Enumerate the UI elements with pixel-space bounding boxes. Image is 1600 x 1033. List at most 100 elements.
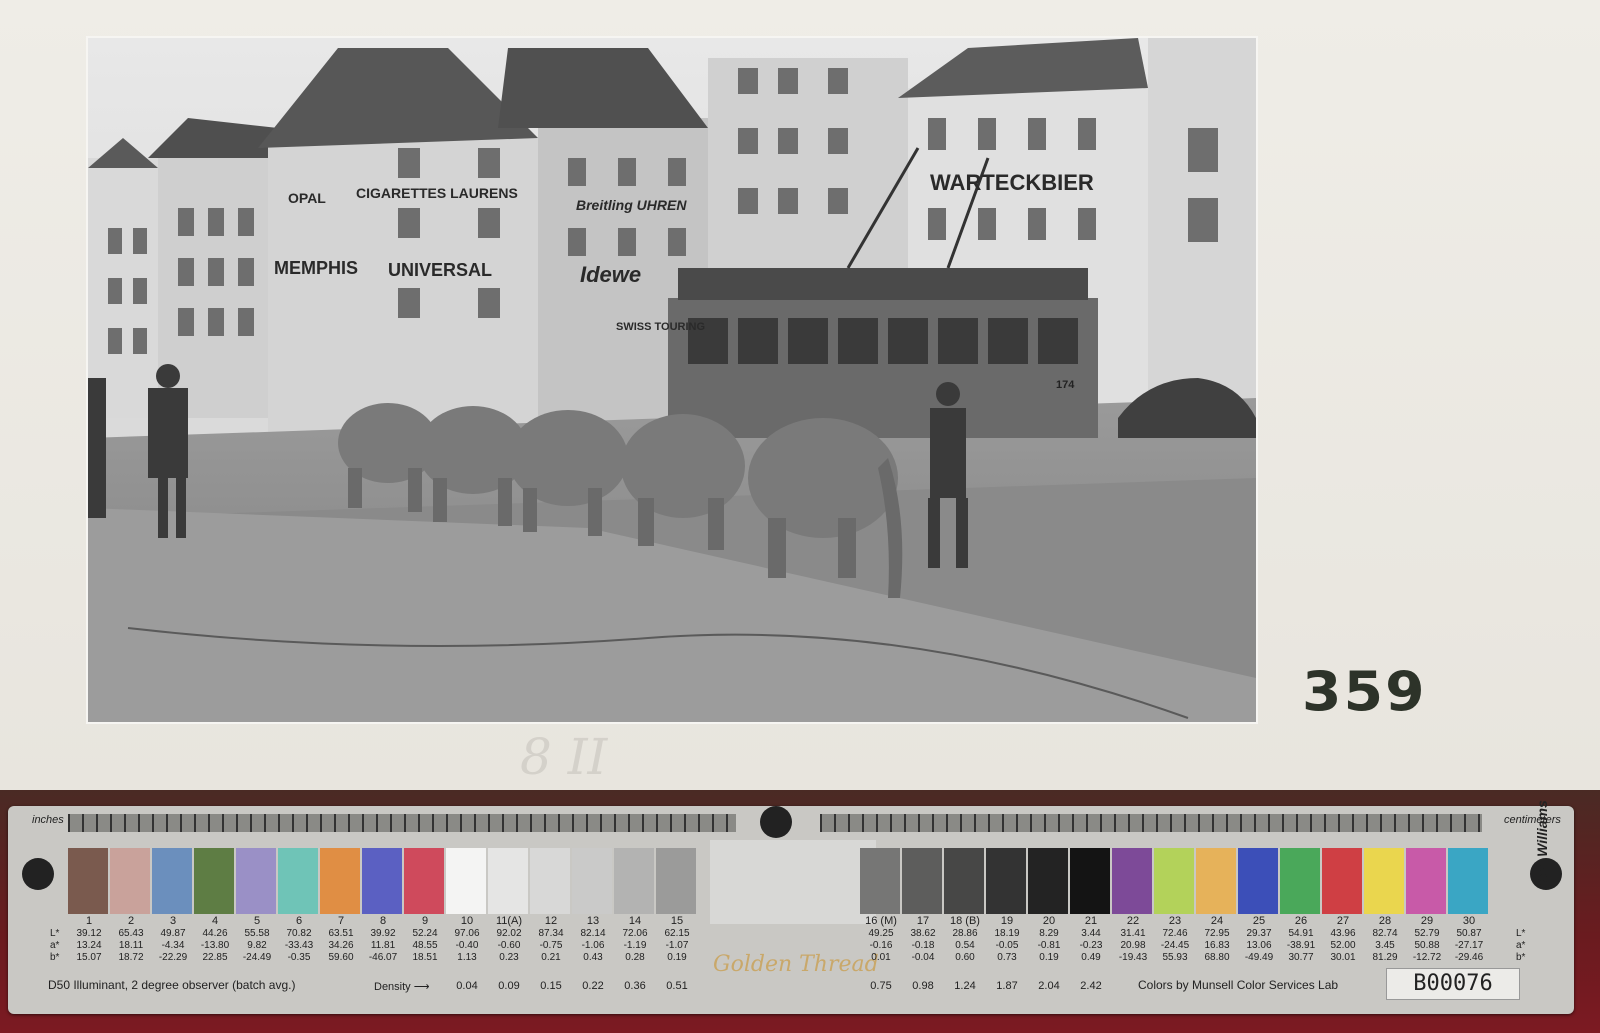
patch-number: 14 <box>628 915 642 927</box>
brand-logo: Golden Thread <box>713 952 879 977</box>
lab-a: -0.05 <box>995 940 1019 951</box>
lab-b: -24.49 <box>242 952 272 963</box>
density-value: 1.24 <box>954 980 976 992</box>
lab-axis-right: L* a* b* <box>1516 928 1526 963</box>
density-value: 0.75 <box>870 980 892 992</box>
patch-number: 19 <box>1000 915 1014 927</box>
lab-b: 0.23 <box>499 952 519 963</box>
lab-L: 52.79 <box>1414 928 1440 939</box>
color-patch <box>902 848 942 914</box>
lab-b: 18.51 <box>412 952 438 963</box>
patch-number: 17 <box>916 915 930 927</box>
lab-a: -1.06 <box>581 940 605 951</box>
patch-number: 27 <box>1336 915 1350 927</box>
color-patch <box>986 848 1026 914</box>
arrow-right-icon: ⟶ <box>413 981 430 993</box>
lab-b: 30.77 <box>1288 952 1314 963</box>
lab-L: 3.44 <box>1081 928 1101 939</box>
lab-b: -29.46 <box>1454 952 1484 963</box>
lab-a: -1.19 <box>623 940 647 951</box>
patch-lab-values: 82.74 3.45 81.29 <box>1364 928 1406 964</box>
lab-a: -4.34 <box>161 940 185 951</box>
lab-b: 0.01 <box>871 952 891 963</box>
street-scene-photo: CIGARETTES LAURENS OPAL MEMPHIS UNIVERSA… <box>88 38 1256 722</box>
mounting-hole-left <box>22 858 54 890</box>
photo-mount: CIGARETTES LAURENS OPAL MEMPHIS UNIVERSA… <box>0 0 1600 790</box>
lab-L: 18.19 <box>994 928 1020 939</box>
patch-number: 3 <box>169 915 177 927</box>
color-patch <box>68 848 108 914</box>
patch-number: 23 <box>1168 915 1182 927</box>
patch-number: 7 <box>337 915 345 927</box>
lab-a: 50.88 <box>1414 940 1440 951</box>
patch-lab-values: 3.44 -0.23 0.49 <box>1070 928 1112 964</box>
inch-ruler <box>68 814 736 832</box>
lab-b: 30.01 <box>1330 952 1356 963</box>
lab-b: 55.93 <box>1162 952 1188 963</box>
lab-b: 0.43 <box>583 952 603 963</box>
lab-a: -24.45 <box>1160 940 1190 951</box>
patch-lab-values: 65.43 18.11 18.72 <box>110 928 152 964</box>
lab-a: 11.81 <box>370 940 396 951</box>
cm-ruler <box>820 814 1482 832</box>
lab-L: 70.82 <box>286 928 312 939</box>
color-patch <box>656 848 696 914</box>
density-value: 0.36 <box>624 980 646 992</box>
lab-L: 39.92 <box>370 928 396 939</box>
sign-breitling: Breitling UHREN <box>576 197 687 213</box>
patch-number: 11(A) <box>495 915 523 927</box>
color-patch <box>278 848 318 914</box>
lab-b: 0.73 <box>997 952 1017 963</box>
density-value: 0.15 <box>540 980 562 992</box>
lab-L: 63.51 <box>328 928 354 939</box>
signature: Don Williams <box>1534 800 1550 888</box>
patch-number: 30 <box>1462 915 1476 927</box>
density-label: Density ⟶ <box>374 980 430 993</box>
lab-a: -33.43 <box>284 940 314 951</box>
color-patch <box>236 848 276 914</box>
lab-b: 0.28 <box>625 952 645 963</box>
lab-a: -0.60 <box>497 940 521 951</box>
patch-number: 4 <box>211 915 219 927</box>
lab-b: 0.19 <box>1039 952 1059 963</box>
patch-number: 10 <box>460 915 474 927</box>
lab-b: 0.21 <box>541 952 561 963</box>
patch-lab-values: 72.06 -1.19 0.28 <box>614 928 656 964</box>
color-patch <box>1196 848 1236 914</box>
density-value: 0.51 <box>666 980 688 992</box>
patch-lab-values: 82.14 -1.06 0.43 <box>572 928 614 964</box>
lab-a: 0.54 <box>955 940 975 951</box>
patch-lab-values: 52.24 48.55 18.51 <box>404 928 446 964</box>
patch-number: 26 <box>1294 915 1308 927</box>
sign-opal: OPAL <box>288 190 326 206</box>
lab-b: 68.80 <box>1204 952 1230 963</box>
lab-L: 82.14 <box>580 928 606 939</box>
color-patch <box>194 848 234 914</box>
color-patch <box>1070 848 1110 914</box>
color-patch <box>1406 848 1446 914</box>
density-value: 0.09 <box>498 980 520 992</box>
patch-lab-values: 39.12 13.24 15.07 <box>68 928 110 964</box>
munsell-credit: Colors by Munsell Color Services Lab <box>1138 978 1339 992</box>
density-value: 2.04 <box>1038 980 1060 992</box>
lab-b: -0.35 <box>287 952 311 963</box>
patch-lab-values: 87.34 -0.75 0.21 <box>530 928 572 964</box>
lab-b: -46.07 <box>368 952 398 963</box>
sign-idewe: Idewe <box>580 262 641 287</box>
color-patch <box>860 848 900 914</box>
tram-number: 174 <box>1056 379 1075 391</box>
color-patch <box>320 848 360 914</box>
centimeters-label: centimeters <box>1504 814 1561 826</box>
lab-a: 13.06 <box>1246 940 1272 951</box>
lab-a: 48.55 <box>412 940 438 951</box>
patch-lab-values: 38.62 -0.18 -0.04 <box>902 928 944 964</box>
patch-lab-values: 50.87 -27.17 -29.46 <box>1448 928 1490 964</box>
patch-lab-values: 18.19 -0.05 0.73 <box>986 928 1028 964</box>
lab-L: 65.43 <box>118 928 144 939</box>
lab-L: 55.58 <box>244 928 270 939</box>
patch-lab-values: 92.02 -0.60 0.23 <box>488 928 530 964</box>
catalog-number: 359 <box>1302 660 1427 723</box>
color-patch <box>1028 848 1068 914</box>
patch-lab-values: 62.15 -1.07 0.19 <box>656 928 698 964</box>
patch-number: 5 <box>253 915 261 927</box>
